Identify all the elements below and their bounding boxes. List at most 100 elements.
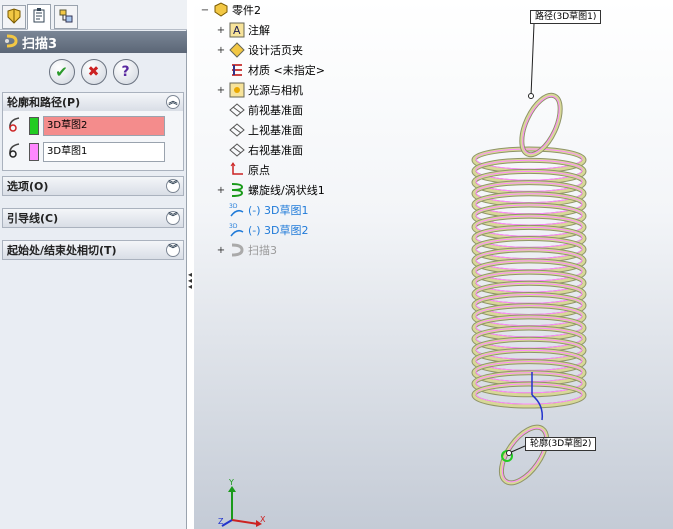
path-icon bbox=[7, 142, 23, 163]
triad-z-label: Z bbox=[218, 517, 224, 526]
tree-expand-toggle[interactable]: + bbox=[216, 185, 226, 196]
lights-camera-icon bbox=[229, 82, 245, 98]
tree-item-right-plane[interactable]: 右视基准面 bbox=[216, 140, 303, 160]
helix-icon bbox=[229, 182, 245, 198]
feature-manager-tab[interactable] bbox=[2, 5, 26, 29]
help-button[interactable]: ? bbox=[112, 59, 139, 85]
tree-item-label: 设计活页夹 bbox=[248, 44, 303, 57]
tree-item-label: 原点 bbox=[248, 164, 270, 177]
sweep-feature-icon bbox=[229, 242, 245, 258]
profile-selection-row: 3D草图2 bbox=[7, 115, 179, 137]
tree-item-annotations[interactable]: + A 注解 bbox=[216, 20, 270, 40]
feature-title: 扫描3 bbox=[22, 36, 58, 52]
tree-item-helix[interactable]: + 螺旋线/涡状线1 bbox=[216, 180, 325, 200]
property-manager-icon bbox=[31, 7, 47, 27]
profile-field[interactable]: 3D草图2 bbox=[43, 116, 165, 136]
tree-item-label: 扫描3 bbox=[248, 244, 277, 257]
action-buttons: ✔ ✖ ? bbox=[0, 56, 187, 88]
tree-item-origin[interactable]: 原点 bbox=[216, 160, 270, 180]
tree-root[interactable]: − 零件2 bbox=[200, 0, 261, 20]
tree-item-label: (-) 3D草图2 bbox=[248, 224, 309, 237]
tree-item-label: 注解 bbox=[248, 24, 270, 37]
tree-item-lights-cameras[interactable]: + 光源与相机 bbox=[216, 80, 303, 100]
cancel-button[interactable]: ✖ bbox=[80, 59, 107, 85]
checkmark-icon: ✔ bbox=[55, 63, 68, 81]
profile-value: 3D草图2 bbox=[47, 120, 88, 131]
3d-sketch-icon: 3D bbox=[229, 202, 245, 218]
configuration-manager-tab[interactable] bbox=[54, 5, 78, 29]
tree-expand-toggle[interactable]: + bbox=[216, 25, 226, 36]
profile-callout[interactable]: 轮廓(3D草图2) bbox=[525, 437, 597, 451]
profile-path-group-body: 3D草图2 3D草图1 bbox=[2, 111, 184, 171]
path-selection-row: 3D草图1 bbox=[7, 141, 179, 163]
path-color-swatch bbox=[29, 143, 39, 161]
profile-color-swatch bbox=[29, 117, 39, 135]
annotation-icon: A bbox=[229, 22, 245, 38]
tree-item-material[interactable]: 材质 <未指定> bbox=[216, 60, 325, 80]
tangency-group-label: 起始处/结束处相切(T) bbox=[7, 244, 117, 257]
path-callout-label: 路径(3D草图1) bbox=[535, 12, 597, 22]
feature-manager-icon bbox=[6, 7, 22, 27]
path-value: 3D草图1 bbox=[47, 146, 88, 157]
options-group-header[interactable]: 选项(O) ︾ bbox=[2, 176, 184, 196]
reference-triad: Y X Z bbox=[218, 478, 268, 528]
tree-item-3d-sketch-1[interactable]: 3D (-) 3D草图1 bbox=[216, 200, 309, 220]
tree-item-label: 材质 <未指定> bbox=[248, 64, 325, 77]
svg-text:A: A bbox=[233, 24, 241, 37]
path-callout[interactable]: 路径(3D草图1) bbox=[530, 10, 602, 24]
sweep-feature-icon bbox=[4, 34, 18, 51]
origin-icon bbox=[229, 162, 245, 178]
tree-item-label: 前视基准面 bbox=[248, 104, 303, 117]
guide-curves-group-label: 引导线(C) bbox=[7, 212, 59, 225]
feature-title-bar: 扫描3 bbox=[0, 31, 187, 53]
tree-item-label: 光源与相机 bbox=[248, 84, 303, 97]
profile-path-group-label: 轮廓和路径(P) bbox=[7, 96, 81, 109]
profile-callout-label: 轮廓(3D草图2) bbox=[530, 439, 592, 449]
feature-tree: − 零件2 + A 注解 + 设计活页夹 材质 <未指定> + 光源与相机 前视… bbox=[194, 0, 354, 270]
help-icon: ? bbox=[121, 64, 130, 80]
tree-item-sweep[interactable]: + 扫描3 bbox=[216, 240, 277, 260]
profile-callout-anchor bbox=[506, 450, 512, 456]
triad-y-label: Y bbox=[228, 478, 234, 487]
part-icon bbox=[213, 2, 229, 18]
configuration-manager-icon bbox=[58, 8, 74, 27]
tree-expand-toggle[interactable]: + bbox=[216, 245, 226, 256]
tree-item-label: 螺旋线/涡状线1 bbox=[248, 184, 325, 197]
design-binder-icon bbox=[229, 42, 245, 58]
tree-expand-toggle[interactable]: + bbox=[216, 85, 226, 96]
tree-item-top-plane[interactable]: 上视基准面 bbox=[216, 120, 303, 140]
plane-icon bbox=[229, 102, 245, 118]
tree-item-front-plane[interactable]: 前视基准面 bbox=[216, 100, 303, 120]
path-callout-leader bbox=[530, 23, 535, 97]
manager-tab-strip bbox=[0, 0, 187, 30]
tree-item-3d-sketch-2[interactable]: 3D (-) 3D草图2 bbox=[216, 220, 309, 240]
tree-item-design-binder[interactable]: + 设计活页夹 bbox=[216, 40, 303, 60]
profile-path-group-header[interactable]: 轮廓和路径(P) ︽ bbox=[2, 92, 184, 112]
tree-expand-toggle[interactable]: + bbox=[216, 45, 226, 56]
tree-item-label: 右视基准面 bbox=[248, 144, 303, 157]
guide-curves-group-header[interactable]: 引导线(C) ︾ bbox=[2, 208, 184, 228]
svg-text:3D: 3D bbox=[229, 203, 238, 210]
svg-text:3D: 3D bbox=[229, 223, 238, 230]
triad-x-label: X bbox=[260, 515, 266, 524]
options-group-label: 选项(O) bbox=[7, 180, 49, 193]
material-icon bbox=[229, 62, 245, 78]
plane-icon bbox=[229, 142, 245, 158]
expand-chevron-icon[interactable]: ︾ bbox=[166, 211, 180, 225]
tree-item-label: 上视基准面 bbox=[248, 124, 303, 137]
path-field[interactable]: 3D草图1 bbox=[43, 142, 165, 162]
expand-chevron-icon[interactable]: ︾ bbox=[166, 179, 180, 193]
3d-sketch-icon: 3D bbox=[229, 222, 245, 238]
close-icon: ✖ bbox=[87, 64, 100, 80]
panel-collapse-handle[interactable]: ◂ ◂ ◂ bbox=[187, 271, 193, 294]
tree-item-label: (-) 3D草图1 bbox=[248, 204, 309, 217]
plane-icon bbox=[229, 122, 245, 138]
ok-button[interactable]: ✔ bbox=[48, 59, 75, 85]
tangency-group-header[interactable]: 起始处/结束处相切(T) ︾ bbox=[2, 240, 184, 260]
collapse-chevron-icon[interactable]: ︽ bbox=[166, 95, 180, 109]
property-manager-tab[interactable] bbox=[27, 4, 51, 30]
property-manager-panel: 扫描3 ✔ ✖ ? 轮廓和路径(P) ︽ 3D草图2 3D草图1 选项(O) ︾… bbox=[0, 0, 187, 529]
tree-root-label: 零件2 bbox=[232, 4, 261, 17]
tree-collapse-toggle[interactable]: − bbox=[200, 5, 210, 16]
expand-chevron-icon[interactable]: ︾ bbox=[166, 243, 180, 257]
